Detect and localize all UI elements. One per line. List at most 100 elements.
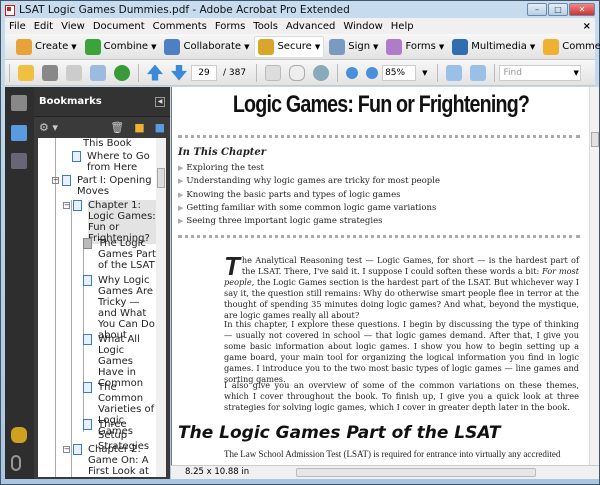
page-total: / 387 (223, 67, 247, 78)
paragraph: The Analytical Reasoning test — Logic Ga… (224, 251, 579, 321)
zoom-out-icon[interactable] (346, 66, 359, 79)
fit-width-icon[interactable] (446, 64, 463, 81)
bookmark-item[interactable]: Part I: Opening Moves (77, 175, 156, 197)
options-gear-icon[interactable]: ⚙ ▾ (39, 121, 58, 134)
menu-window[interactable]: Window (339, 21, 386, 32)
paragraph: In this chapter, I explore these questio… (224, 319, 579, 385)
chapter-title: Logic Games: Fun or Frightening? (232, 91, 530, 118)
bullet-item: Seeing three important logic game strate… (178, 215, 440, 228)
menu-view[interactable]: View (57, 21, 89, 32)
bookmark-item[interactable]: The Logic Games Part of the LSAT (98, 238, 156, 271)
fit-page-icon[interactable] (470, 64, 487, 81)
section-heading: The Logic Games Part of the LSAT (178, 423, 501, 443)
menu-help[interactable]: Help (387, 21, 418, 32)
pages-icon[interactable] (11, 95, 27, 111)
new-bookmark-icon[interactable]: ■ (134, 121, 144, 134)
bookmark-item[interactable]: Where to Go from Here (87, 151, 156, 173)
button-label: Secure (277, 41, 312, 52)
upload-icon[interactable] (114, 64, 130, 81)
drop-cap: T (224, 251, 240, 281)
bookmarks-scrollbar[interactable] (156, 138, 166, 477)
bookmark-item[interactable]: Chapter 2: Game On: A First Look at (88, 444, 156, 477)
dropdown-arrow-icon: ▼ (71, 42, 77, 51)
forms-button[interactable]: Forms ▼ (383, 36, 447, 58)
minimize-button[interactable]: – (527, 3, 547, 16)
combine-button[interactable]: Combine ▼ (82, 36, 160, 58)
zoom-dropdown-icon[interactable]: ▼ (422, 69, 427, 77)
previous-page-icon[interactable] (147, 64, 163, 81)
menu-advanced[interactable]: Advanced (282, 21, 339, 32)
secure-button[interactable]: Secure ▼ (254, 35, 325, 58)
document-view: Logic Games: Fun or Frightening? In This… (171, 87, 589, 465)
collaborate-button[interactable]: Collaborate ▼ (161, 36, 252, 58)
paragraph: I also give you an overview of some of t… (224, 380, 579, 413)
open-folder-icon[interactable] (18, 64, 34, 81)
combine-icon (84, 38, 101, 55)
next-page-icon[interactable] (171, 64, 187, 81)
button-label: Comment (562, 41, 600, 52)
dropdown-arrow-icon: ▼ (244, 42, 250, 51)
find-input[interactable]: Find (499, 64, 582, 81)
button-label: Create (35, 41, 69, 52)
bullet-item: Getting familiar with some common logic … (178, 202, 440, 215)
dropdown-arrow-icon: ▼ (373, 42, 379, 51)
bookmarks-title: Bookmarks (39, 96, 102, 107)
expand-bookmark-icon[interactable]: ■ (155, 121, 165, 134)
bookmarks-icon[interactable] (11, 125, 27, 141)
in-this-chapter-heading: In This Chapter (178, 147, 267, 158)
zoom-level-input[interactable]: 85% (382, 64, 417, 81)
menu-file[interactable]: File (5, 21, 30, 32)
dotted-divider (178, 235, 580, 238)
select-tool-icon[interactable] (265, 64, 282, 81)
delete-bookmark-icon[interactable]: 🗑 (110, 121, 124, 134)
menu-bar: File Edit View Document Comments Forms T… (5, 18, 595, 34)
acrobat-window: LSAT Logic Games Dummies.pdf - Adobe Acr… (0, 0, 600, 485)
hand-tool-icon[interactable] (289, 64, 306, 81)
print-icon[interactable] (42, 64, 58, 81)
maximize-button[interactable]: □ (548, 3, 568, 16)
dropdown-arrow-icon: ▼ (438, 42, 445, 51)
menu-comments[interactable]: Comments (149, 21, 211, 32)
bookmark-item[interactable]: Why Logic Games Are Tricky — and What Yo… (98, 275, 156, 341)
comment-button[interactable]: Comment▼ (540, 36, 600, 58)
paragraph: The Law School Admission Test (LSAT) is … (224, 449, 561, 459)
menu-document[interactable]: Document (89, 21, 149, 32)
title-bar: LSAT Logic Games Dummies.pdf - Adobe Acr… (5, 3, 595, 17)
zoom-in-icon[interactable] (366, 66, 379, 79)
bookmark-icon (62, 175, 71, 186)
bookmark-icon (83, 334, 92, 345)
collapse-toggle[interactable]: − (63, 202, 70, 209)
create-button[interactable]: Create ▼ (13, 36, 80, 58)
close-button[interactable]: ✕ (569, 3, 595, 16)
close-document-button[interactable]: × (579, 21, 595, 32)
bookmark-icon (72, 151, 81, 162)
bookmarks-list: This Book Where to Go from Here − Part I:… (38, 138, 156, 477)
document-vertical-scrollbar[interactable] (589, 87, 599, 465)
comments-icon[interactable] (11, 427, 27, 443)
zoom-tool-icon[interactable] (313, 64, 330, 81)
multimedia-button[interactable]: Multimedia ▼ (449, 36, 538, 58)
sign-button[interactable]: Sign ▼ (326, 36, 381, 58)
bookmark-item[interactable]: This Book (83, 138, 132, 149)
bookmark-icon (83, 238, 92, 249)
menu-tools[interactable]: Tools (249, 21, 282, 32)
dropdown-arrow-icon: ▼ (151, 42, 157, 51)
collapse-panel-button[interactable]: ◀ (155, 96, 165, 107)
collaborate-icon (164, 38, 181, 55)
button-label: Sign (348, 41, 371, 52)
horizontal-scrollbar[interactable] (296, 468, 536, 477)
collapse-toggle[interactable]: − (63, 446, 70, 453)
page-number-input[interactable]: 29 (191, 64, 217, 81)
page-size: 8.25 x 10.88 in (185, 467, 250, 477)
attachments-icon[interactable] (11, 455, 21, 471)
collapse-toggle[interactable]: − (52, 177, 59, 184)
bookmark-icon (83, 275, 92, 286)
bookmark-item[interactable]: What All Logic Games Have in Common (98, 334, 156, 389)
save-icon[interactable] (66, 64, 82, 81)
email-icon[interactable] (90, 64, 106, 81)
menu-forms[interactable]: Forms (211, 21, 249, 32)
menu-edit[interactable]: Edit (30, 21, 57, 32)
find-dropdown-icon[interactable]: ▼ (573, 69, 578, 77)
signatures-icon[interactable] (11, 153, 27, 169)
status-bar: 8.25 x 10.88 in (171, 465, 599, 479)
